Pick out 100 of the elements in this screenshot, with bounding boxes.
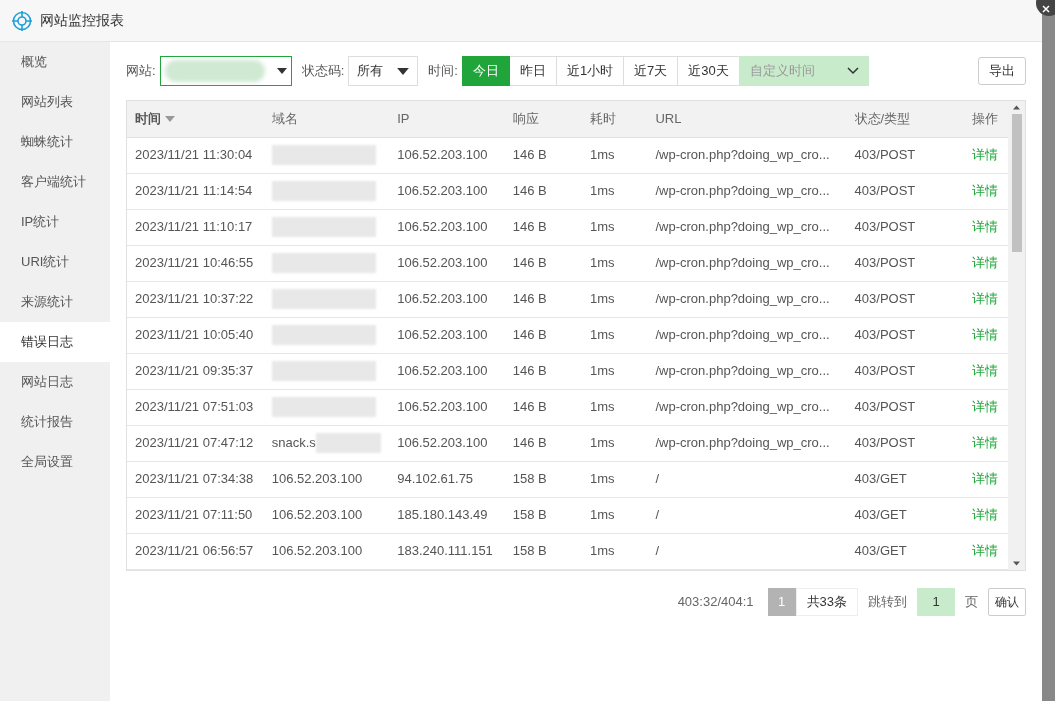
column-header: 耗时 [590, 111, 616, 126]
table-cell: 403/POST [854, 183, 916, 199]
target-icon [12, 10, 32, 31]
sidebar-item[interactable]: 来源统计 [0, 282, 110, 322]
table-cell: 1ms [590, 255, 615, 271]
table-cell: /wp-cron.php?doing_wp_cro... [655, 291, 830, 307]
table-cell: /wp-cron.php?doing_wp_cro... [655, 435, 830, 451]
table-cell: 146 B [512, 183, 547, 199]
column-header: 状态/类型 [854, 111, 911, 126]
table-cell: 158 B [512, 471, 547, 487]
close-icon [1042, 5, 1050, 13]
table-cell: 403/POST [854, 399, 916, 415]
table-cell: 2023/11/21 07:47:12 [135, 435, 254, 451]
column-header: IP [397, 111, 410, 126]
table-cell: 146 B [512, 363, 547, 379]
filter-label: 状态码: [301, 62, 345, 81]
table-cell: 2023/11/21 09:35:37 [135, 363, 254, 379]
table-cell: 1ms [590, 219, 615, 235]
table-cell: 106.52.203.100 [397, 219, 488, 235]
table-cell: /wp-cron.php?doing_wp_cro... [655, 363, 830, 379]
table-cell: 2023/11/21 11:14:54 [135, 183, 253, 199]
sort-icon [165, 115, 175, 122]
table-cell: 1ms [590, 183, 615, 199]
table-cell: 106.52.203.100 [397, 255, 488, 271]
table-cell: /wp-cron.php?doing_wp_cro... [655, 183, 830, 199]
time-range-tab[interactable]: 近1小时 [556, 56, 625, 86]
table-cell: 403/POST [854, 435, 916, 451]
table-cell: 158 B [512, 543, 547, 559]
table-cell: 2023/11/21 07:34:38 [135, 471, 254, 487]
table-cell-text: 106.52.203.100 [271, 542, 363, 561]
scroll-down-icon[interactable] [1013, 561, 1020, 566]
table-cell: 403/GET [854, 471, 907, 487]
table-cell: 106.52.203.100 [397, 183, 488, 199]
table-cell: 146 B [512, 327, 547, 343]
record-summary: 403:32/404:1 [677, 593, 754, 612]
time-range-tab[interactable]: 昨日 [509, 56, 557, 86]
filter-label: 时间: [428, 62, 458, 81]
sidebar-item[interactable]: 统计报告 [0, 402, 110, 442]
table-cell: 106.52.203.100 [397, 399, 488, 415]
site-select[interactable] [159, 56, 292, 86]
table-cell: 146 B [512, 435, 547, 451]
total-count: 共33条 [795, 588, 858, 616]
table-cell: 403/POST [854, 291, 916, 307]
table-cell: 2023/11/21 07:51:03 [135, 399, 254, 415]
column-header: 响应 [512, 111, 539, 126]
table-cell-text: 106.52.203.100 [271, 470, 363, 489]
column-header: URL [655, 111, 682, 126]
table-cell: /wp-cron.php?doing_wp_cro... [655, 399, 830, 415]
column-header: 域名 [271, 111, 298, 126]
table-cell: 146 B [512, 291, 547, 307]
scrollbar-thumb[interactable] [1011, 114, 1022, 252]
status-select[interactable]: 所有 [348, 56, 419, 86]
table-cell: 106.52.203.100 [397, 435, 488, 451]
table-cell: 146 B [512, 255, 547, 271]
page-unit-label: 页 [965, 593, 978, 612]
scrollbar[interactable] [1008, 101, 1025, 570]
confirm-button[interactable]: 确认 [988, 588, 1026, 616]
export-button[interactable]: 导出 [978, 57, 1026, 85]
table-cell: 185.180.143.49 [397, 507, 488, 523]
table-cell: 94.102.61.75 [397, 471, 474, 487]
column-header: 操作 [972, 111, 999, 126]
table-cell: 403/POST [854, 363, 916, 379]
filter-label: 网站: [126, 62, 156, 81]
column-header[interactable]: 时间 [135, 109, 161, 129]
table-cell: 1ms [590, 147, 615, 163]
page-input[interactable]: 1 [917, 588, 955, 616]
sidebar-item[interactable]: 网站列表 [0, 82, 110, 122]
table-cell: / [655, 543, 660, 559]
table-cell: 2023/11/21 10:46:55 [135, 255, 254, 271]
table-cell: 183.240.111.151 [397, 543, 493, 559]
table-cell: 106.52.203.100 [397, 327, 488, 343]
sidebar-item[interactable]: 全局设置 [0, 442, 110, 482]
time-range-tab[interactable]: 近30天 [678, 56, 740, 86]
sidebar-item[interactable]: URI统计 [0, 242, 110, 282]
table-cell: / [655, 507, 660, 523]
table-cell: /wp-cron.php?doing_wp_cro... [655, 255, 830, 271]
table-cell: 1ms [590, 543, 615, 559]
table-cell: 1ms [590, 435, 615, 451]
time-range-tab[interactable]: 近7天 [624, 56, 679, 86]
table-cell: 403/POST [854, 255, 916, 271]
sidebar-item[interactable]: 错误日志 [0, 322, 110, 362]
table-cell: 2023/11/21 10:37:22 [135, 291, 254, 307]
scroll-up-icon[interactable] [1013, 105, 1020, 110]
table-cell-text: snack.s [271, 434, 316, 453]
table-cell: 106.52.203.100 [397, 363, 488, 379]
table-cell: 146 B [512, 147, 547, 163]
sidebar-item[interactable]: IP统计 [0, 202, 110, 242]
sidebar-item[interactable]: 概览 [0, 42, 110, 82]
caret-icon [276, 68, 287, 74]
sidebar-item[interactable]: 蜘蛛统计 [0, 122, 110, 162]
table-cell: 106.52.203.100 [397, 291, 488, 307]
table-cell: 403/POST [854, 219, 916, 235]
sidebar-item[interactable]: 网站日志 [0, 362, 110, 402]
table-cell-text: 106.52.203.100 [271, 506, 363, 525]
sidebar-item[interactable]: 客户端统计 [0, 162, 110, 202]
table-cell: 2023/11/21 11:10:17 [135, 219, 253, 235]
table-cell: /wp-cron.php?doing_wp_cro... [655, 219, 830, 235]
table-cell: 1ms [590, 327, 615, 343]
table-cell: /wp-cron.php?doing_wp_cro... [655, 147, 830, 163]
window-title: 网站监控报表 [40, 11, 124, 30]
